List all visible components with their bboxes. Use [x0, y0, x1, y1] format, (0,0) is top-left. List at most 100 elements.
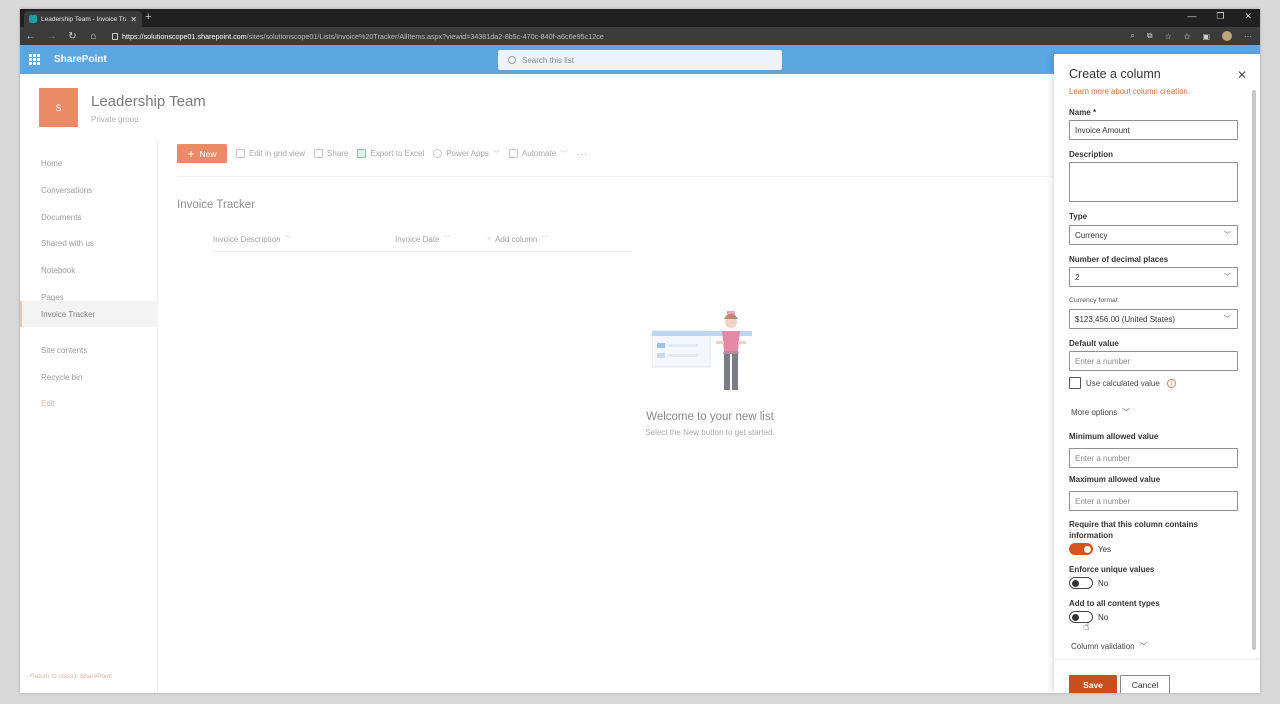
search-placeholder: Search this list [522, 55, 575, 65]
currency-format-value: $123,456.00 (United States) [1075, 314, 1176, 324]
unique-values-toggle[interactable] [1069, 577, 1093, 589]
more-menu-icon[interactable]: ··· [1244, 32, 1252, 41]
power-apps-button[interactable]: Power Apps ﹀ [433, 149, 500, 159]
grid-icon [236, 149, 245, 158]
browser-toolbar: ⌕ ⧉ ☆ ✩ ▣ ··· [1130, 31, 1252, 41]
browser-tab[interactable]: Leadership Team - Invoice Tracke ✕ [24, 11, 142, 27]
edit-grid-view-button[interactable]: Edit in grid view [236, 149, 305, 158]
default-value-label: Default value [1069, 339, 1119, 348]
favorite-star-icon[interactable]: ☆ [1165, 32, 1172, 41]
command-bar: + New Edit in grid view Share Export to … [177, 144, 588, 163]
column-header-invoice-description[interactable]: Invoice Description ﹀ [213, 234, 292, 244]
share-button[interactable]: Share [314, 149, 348, 158]
close-tab-icon[interactable]: ✕ [130, 15, 137, 24]
app-name[interactable]: SharePoint [54, 54, 107, 65]
extension-icon[interactable]: ⧉ [1147, 31, 1153, 41]
use-calculated-checkbox[interactable] [1069, 377, 1081, 389]
panel-title: Create a column [1069, 67, 1161, 81]
more-options-label: More options [1071, 408, 1118, 417]
automate-button[interactable]: Automate ﹀ [508, 149, 568, 159]
close-icon[interactable]: ✕ [1237, 68, 1247, 82]
profile-avatar[interactable] [1222, 31, 1232, 41]
browser-window: Leadership Team - Invoice Tracke ✕ + — ❐… [20, 9, 1260, 693]
unique-values-label: Enforce unique values [1069, 565, 1155, 574]
nav-item-invoice-tracker[interactable]: Invoice Tracker [20, 301, 158, 327]
nav-item-documents[interactable]: Documents [20, 204, 158, 230]
column-header-label: Invoice Date [395, 234, 440, 244]
chevron-down-icon: ﹀ [1122, 408, 1131, 417]
edit-grid-view-label: Edit in grid view [249, 149, 306, 158]
restore-icon[interactable]: ❐ [1216, 11, 1224, 22]
classic-sharepoint-link[interactable]: Return to classic SharePoint [30, 673, 112, 680]
back-icon[interactable]: ← [20, 31, 41, 42]
save-button[interactable]: Save [1069, 675, 1117, 693]
nav-item-home[interactable]: Home [20, 150, 158, 176]
forward-icon[interactable]: → [41, 31, 62, 42]
column-header-invoice-date[interactable]: Invoice Date ﹀ [395, 234, 450, 244]
automate-label: Automate [521, 149, 557, 158]
favorites-icon[interactable]: ✩ [1184, 32, 1191, 41]
new-button[interactable]: + New [177, 144, 227, 163]
minimum-value-field[interactable]: Enter a number [1069, 448, 1238, 468]
nav-item-notebook[interactable]: Notebook [20, 257, 158, 283]
chevron-down-icon: ﹀ [560, 150, 568, 158]
add-column-button[interactable]: + Add column ﹀ [487, 234, 548, 244]
refresh-icon[interactable]: ↻ [62, 31, 83, 42]
power-apps-icon [433, 149, 443, 158]
name-field[interactable]: Invoice Amount [1069, 120, 1238, 140]
minimize-icon[interactable]: — [1187, 11, 1196, 22]
url-field[interactable]: https://solutionscope01.sharepoint.com/s… [122, 32, 604, 41]
collections-icon[interactable]: ▣ [1202, 32, 1210, 41]
home-icon[interactable]: ⌂ [83, 31, 104, 42]
new-tab-button[interactable]: + [145, 11, 151, 23]
excel-icon [357, 149, 367, 158]
chevron-down-icon: ﹀ [443, 236, 451, 243]
more-options-toggle[interactable]: More options ﹀ [1071, 407, 1130, 418]
require-info-toggle[interactable] [1069, 543, 1093, 555]
zoom-icon[interactable]: ⌕ [1130, 31, 1134, 41]
export-label: Export to Excel [370, 149, 425, 158]
currency-format-label: Currency format [1069, 297, 1118, 304]
tab-title: Leadership Team - Invoice Tracke [41, 15, 126, 23]
site-logo[interactable]: S [39, 88, 78, 127]
maximum-value-field[interactable]: Enter a number [1069, 491, 1238, 511]
description-field[interactable] [1069, 162, 1238, 202]
default-value-field[interactable]: Enter a number [1069, 351, 1238, 371]
column-header-label: Invoice Description [213, 234, 281, 244]
panel-scrollbar[interactable] [1252, 90, 1256, 650]
nav-item-shared-with-us[interactable]: Shared with us [20, 230, 158, 256]
learn-more-link[interactable]: Learn more about column creation. [1069, 87, 1190, 96]
left-navigation: Home Conversations Documents Shared with… [20, 140, 158, 693]
more-commands-icon[interactable]: ··· [576, 149, 588, 159]
nav-item-recycle-bin[interactable]: Recycle bin [20, 364, 158, 390]
toggle-knob [1084, 546, 1091, 553]
export-excel-button[interactable]: Export to Excel [357, 149, 424, 158]
app-launcher-icon[interactable] [29, 54, 40, 65]
type-dropdown[interactable]: Currency ﹀ [1069, 225, 1238, 245]
cancel-button[interactable]: Cancel [1120, 675, 1170, 693]
currency-format-dropdown[interactable]: $123,456.00 (United States) ﹀ [1069, 309, 1238, 329]
decimals-dropdown[interactable]: 2 ﹀ [1069, 267, 1238, 287]
plus-icon: + [187, 146, 195, 161]
nav-edit-link[interactable]: Edit [20, 390, 158, 416]
close-window-icon[interactable]: ✕ [1244, 11, 1252, 22]
column-validation-toggle[interactable]: Column validation ﹀ [1071, 641, 1148, 652]
sharepoint-favicon-icon [29, 15, 37, 23]
nav-item-conversations[interactable]: Conversations [20, 177, 158, 203]
search-input[interactable]: Search this list [498, 50, 782, 70]
info-icon[interactable]: i [1167, 379, 1176, 388]
nav-item-site-contents[interactable]: Site contents [20, 337, 158, 363]
toggle-knob [1072, 614, 1079, 621]
address-bar: ← → ↻ ⌂ https://solutionscope01.sharepoi… [20, 27, 1260, 45]
type-label: Type [1069, 212, 1088, 221]
automate-icon [508, 149, 518, 158]
empty-state-subtitle: Select the New button to get started. [645, 428, 775, 437]
list-title: Invoice Tracker [177, 199, 255, 211]
description-label: Description [1069, 150, 1114, 159]
toggle-knob [1072, 580, 1079, 587]
content-types-label: Add to all content types [1069, 599, 1160, 608]
type-value: Currency [1075, 230, 1108, 240]
new-button-label: New [199, 148, 217, 159]
column-headers: Invoice Description ﹀ Invoice Date ﹀ + A… [213, 234, 633, 252]
site-title[interactable]: Leadership Team [91, 93, 206, 110]
